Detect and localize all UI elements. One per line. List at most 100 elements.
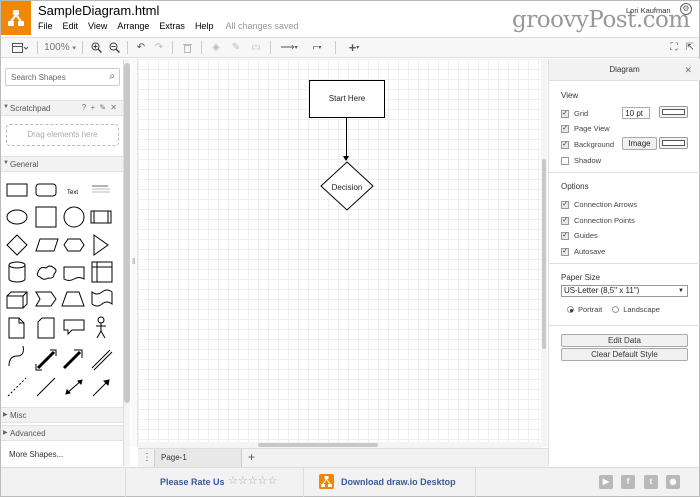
scratchpad-dropzone[interactable]: Drag elements here xyxy=(6,124,119,146)
connection-points-checkbox[interactable]: ✓ xyxy=(561,216,569,225)
misc-header[interactable]: ▶ Misc xyxy=(1,407,123,423)
menu-arrange[interactable]: Arrange xyxy=(117,21,149,31)
grid-size-input[interactable]: 10 pt xyxy=(622,107,650,119)
connection-icon[interactable]: ⟶ ▾ xyxy=(275,37,303,58)
fill-color-icon[interactable]: ◈ xyxy=(206,37,226,58)
shape-process[interactable] xyxy=(90,210,112,224)
grid-checkbox[interactable]: ✓ xyxy=(561,109,569,118)
zoom-out-icon[interactable] xyxy=(105,37,123,58)
shape-heading[interactable] xyxy=(92,185,110,193)
pages-menu-icon[interactable]: ⋮ xyxy=(142,452,152,463)
shape-bidirectional-arrow[interactable] xyxy=(35,349,57,371)
background-option[interactable]: ✓ Background xyxy=(561,140,614,149)
diagram-canvas[interactable]: Start Here Decision xyxy=(138,59,546,447)
clear-default-style-button[interactable]: Clear Default Style xyxy=(561,348,688,361)
shape-tape[interactable] xyxy=(91,289,113,307)
background-checkbox[interactable]: ✓ xyxy=(561,140,569,149)
shape-circle[interactable] xyxy=(63,206,85,228)
twitter-icon[interactable]: t xyxy=(644,475,658,489)
paper-size-select[interactable]: US-Letter (8,5" x 11") ▼ xyxy=(561,285,688,297)
fullscreen-icon[interactable]: ⛶ xyxy=(667,37,681,58)
facebook-icon[interactable]: f xyxy=(621,475,635,489)
shape-text[interactable]: Text xyxy=(67,190,78,196)
drawio-logo-icon[interactable] xyxy=(1,1,31,35)
page-view-option[interactable]: ✓ Page View xyxy=(561,124,610,133)
shape-line[interactable] xyxy=(36,377,56,397)
shape-arrow[interactable] xyxy=(62,349,83,370)
shape-callout[interactable] xyxy=(63,319,85,336)
redo-icon[interactable]: ↷ xyxy=(150,37,168,58)
menu-edit[interactable]: Edit xyxy=(63,21,79,31)
user-name[interactable]: Lori Kaufman xyxy=(626,6,671,15)
landscape-radio[interactable] xyxy=(612,306,620,313)
grid-color-button[interactable] xyxy=(659,106,688,118)
tab-page-1[interactable]: Page-1 xyxy=(154,449,242,467)
connection-arrows-option[interactable]: ✓ Connection Arrows xyxy=(561,200,637,209)
document-title[interactable]: SampleDiagram.html xyxy=(38,3,159,18)
shape-actor[interactable] xyxy=(96,316,106,339)
shadow-icon[interactable]: ▭ xyxy=(246,37,266,58)
menu-help[interactable]: Help xyxy=(195,21,214,31)
shape-step[interactable] xyxy=(35,291,57,307)
connection-points-option[interactable]: ✓ Connection Points xyxy=(561,216,635,225)
panel-splitter[interactable]: ‖ xyxy=(131,59,138,447)
shadow-option[interactable]: Shadow xyxy=(561,156,601,165)
shapes-scrollbar[interactable] xyxy=(124,59,130,466)
settings-gear-icon[interactable]: ⚙ xyxy=(680,3,692,15)
shape-note[interactable] xyxy=(8,317,25,339)
shape-link[interactable] xyxy=(91,349,113,371)
search-input[interactable]: Search Shapes ⌕ xyxy=(5,68,120,86)
rate-us-link[interactable]: Please Rate Us xyxy=(160,477,225,487)
more-shapes-link[interactable]: More Shapes... xyxy=(9,450,63,459)
guides-checkbox[interactable]: ✓ xyxy=(561,231,569,240)
shape-square[interactable] xyxy=(35,206,57,228)
add-page-button[interactable]: + xyxy=(248,450,255,464)
youtube-icon[interactable]: ▶ xyxy=(599,475,613,489)
shape-cloud[interactable] xyxy=(36,265,57,280)
drawio-desktop-icon[interactable] xyxy=(319,474,334,489)
edit-data-button[interactable]: Edit Data xyxy=(561,334,688,347)
shape-triangle[interactable] xyxy=(93,234,109,256)
portrait-radio[interactable] xyxy=(567,306,574,313)
background-color-button[interactable] xyxy=(659,137,688,149)
shape-cylinder[interactable] xyxy=(8,261,26,283)
waypoints-icon[interactable]: ⌐ ▾ xyxy=(303,37,331,58)
zoom-select[interactable]: 100% ▾ xyxy=(42,37,78,58)
scratchpad-tools[interactable]: ? + ✎ ✕ xyxy=(82,103,118,112)
shape-document[interactable] xyxy=(63,266,85,281)
shape-diamond[interactable] xyxy=(6,234,28,256)
insert-icon[interactable]: + ▾ xyxy=(340,37,368,58)
zoom-in-icon[interactable] xyxy=(87,37,105,58)
start-node[interactable]: Start Here xyxy=(309,80,385,118)
shadow-checkbox[interactable] xyxy=(561,156,569,165)
connector-edge[interactable] xyxy=(346,118,347,160)
page-view-icon[interactable] xyxy=(7,37,33,58)
guides-option[interactable]: ✓ Guides xyxy=(561,231,598,240)
menu-extras[interactable]: Extras xyxy=(159,21,185,31)
menu-file[interactable]: File xyxy=(38,21,53,31)
undo-icon[interactable]: ↶ xyxy=(132,37,150,58)
download-desktop-link[interactable]: Download draw.io Desktop xyxy=(341,477,456,487)
close-icon[interactable]: ✕ xyxy=(684,59,692,81)
general-header[interactable]: ▼ General xyxy=(1,156,123,172)
shape-cube[interactable] xyxy=(6,291,28,309)
shape-internal-storage[interactable] xyxy=(91,261,113,283)
scratchpad-header[interactable]: ▼ Scratchpad ? + ✎ ✕ xyxy=(1,100,123,116)
canvas-vertical-scrollbar[interactable] xyxy=(541,59,547,447)
shape-rectangle[interactable] xyxy=(6,183,28,197)
shape-curve[interactable] xyxy=(8,345,24,367)
shape-ellipse[interactable] xyxy=(6,209,28,225)
autosave-option[interactable]: ✓ Autosave xyxy=(561,247,605,256)
autosave-checkbox[interactable]: ✓ xyxy=(561,247,569,256)
shape-hexagon[interactable] xyxy=(63,238,85,252)
collapse-icon[interactable]: ⇱ xyxy=(681,37,699,58)
github-icon[interactable]: ◉ xyxy=(666,475,680,489)
delete-icon[interactable] xyxy=(177,37,197,58)
shape-bidirectional-connector[interactable] xyxy=(65,379,83,395)
shape-trapezoid[interactable] xyxy=(61,291,85,307)
shape-directional-connector[interactable] xyxy=(92,379,110,397)
connection-arrows-checkbox[interactable]: ✓ xyxy=(561,200,569,209)
search-icon[interactable]: ⌕ xyxy=(109,71,115,82)
shape-card[interactable] xyxy=(37,317,55,339)
page-view-checkbox[interactable]: ✓ xyxy=(561,124,569,133)
